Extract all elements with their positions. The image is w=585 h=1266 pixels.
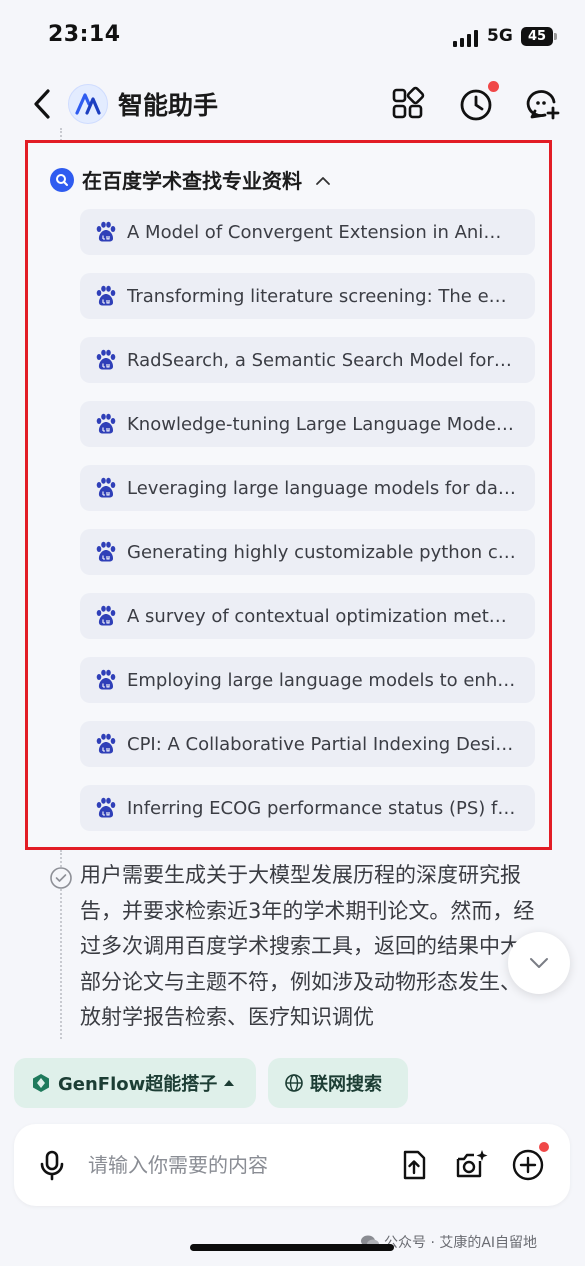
check-circle-icon — [50, 867, 72, 889]
baidu-scholar-icon — [94, 604, 118, 628]
result-title: Employing large language models to enhan… — [127, 669, 517, 691]
status-bar: 23:14 5G 45 — [0, 0, 585, 70]
result-item[interactable]: CPI: A Collaborative Partial Indexing De… — [80, 721, 535, 767]
baidu-scholar-icon — [94, 732, 118, 756]
genflow-label: GenFlow超能搭子 — [58, 1074, 218, 1095]
baidu-scholar-icon — [94, 668, 118, 692]
back-icon[interactable] — [28, 86, 56, 122]
search-results-list: A Model of Convergent Extension in Anima… — [80, 209, 535, 849]
result-title: A Model of Convergent Extension in Anima… — [127, 221, 517, 243]
message-input[interactable] — [88, 1148, 378, 1182]
result-item[interactable]: Generating highly customizable python co… — [80, 529, 535, 575]
reasoning-text: 用户需要生成关于大模型发展历程的深度研究报告，并要求检索近3年的学术期刊论文。然… — [80, 863, 535, 1029]
caret-up-icon — [224, 1080, 235, 1086]
apps-grid-icon[interactable] — [388, 84, 428, 124]
new-chat-icon[interactable] — [524, 84, 564, 124]
chevron-up-icon[interactable] — [314, 174, 332, 186]
result-title: Leveraging large language models for dat… — [127, 477, 517, 499]
result-item[interactable]: RadSearch, a Semantic Search Model for A… — [80, 337, 535, 383]
baidu-scholar-icon — [94, 796, 118, 820]
add-notification-dot — [539, 1142, 549, 1152]
result-title: Generating highly customizable python co… — [127, 541, 517, 563]
result-title: A survey of contextual optimization meth… — [127, 605, 517, 627]
baidu-scholar-icon — [94, 412, 118, 436]
result-title: RadSearch, a Semantic Search Model for A… — [127, 349, 517, 371]
panel-title: 在百度学术查找专业资料 — [82, 169, 302, 193]
globe-icon — [285, 1074, 303, 1092]
result-title: Transforming literature screening: The e… — [127, 285, 517, 307]
result-item[interactable]: Transforming literature screening: The e… — [80, 273, 535, 319]
status-time: 23:14 — [48, 22, 121, 47]
academic-search-panel: 在百度学术查找专业资料 A Model of Convergent Extens… — [25, 140, 552, 850]
baidu-scholar-icon — [94, 220, 118, 244]
battery-icon: 45 — [521, 27, 553, 46]
add-circle-icon[interactable] — [510, 1147, 546, 1183]
scroll-down-button[interactable] — [508, 932, 570, 994]
chevron-down-icon — [530, 958, 548, 968]
result-item[interactable]: Leveraging large language models for dat… — [80, 465, 535, 511]
web-search-label: 联网搜索 — [310, 1074, 382, 1095]
search-icon — [50, 167, 74, 192]
home-indicator[interactable] — [190, 1244, 394, 1251]
result-title: Knowledge-tuning Large Language Models w… — [127, 413, 517, 435]
battery-level: 45 — [527, 29, 547, 44]
result-title: CPI: A Collaborative Partial Indexing De… — [127, 733, 517, 755]
page-title: 智能助手 — [118, 91, 219, 120]
watermark-text: 公众号 · 艾康的AI自留地 — [384, 1235, 538, 1251]
genflow-button[interactable]: GenFlow超能搭子 — [14, 1058, 256, 1108]
battery-tip — [554, 33, 557, 40]
baidu-scholar-icon — [94, 540, 118, 564]
result-item[interactable]: Inferring ECOG performance status (PS) f… — [80, 785, 535, 831]
result-item[interactable]: A Model of Convergent Extension in Anima… — [80, 209, 535, 255]
network-type: 5G — [487, 26, 513, 46]
app-header: 智能助手 — [0, 72, 585, 136]
baidu-scholar-icon — [94, 476, 118, 500]
baidu-scholar-icon — [94, 284, 118, 308]
genflow-logo-icon — [33, 1074, 49, 1092]
notification-dot — [488, 81, 499, 92]
result-item[interactable]: Knowledge-tuning Large Language Models w… — [80, 401, 535, 447]
composer — [14, 1124, 570, 1206]
result-item[interactable]: A survey of contextual optimization meth… — [80, 593, 535, 639]
camera-icon[interactable] — [454, 1147, 490, 1183]
baidu-scholar-icon — [94, 348, 118, 372]
web-search-button[interactable]: 联网搜索 — [268, 1058, 408, 1108]
signal-icon — [453, 29, 478, 47]
microphone-icon[interactable] — [34, 1147, 70, 1183]
assistant-logo-icon — [68, 84, 108, 124]
result-item[interactable]: Employing large language models to enhan… — [80, 657, 535, 703]
panel-header[interactable]: 在百度学术查找专业资料 — [50, 165, 332, 194]
upload-file-icon[interactable] — [396, 1147, 432, 1183]
result-title: Inferring ECOG performance status (PS) f… — [127, 797, 517, 819]
